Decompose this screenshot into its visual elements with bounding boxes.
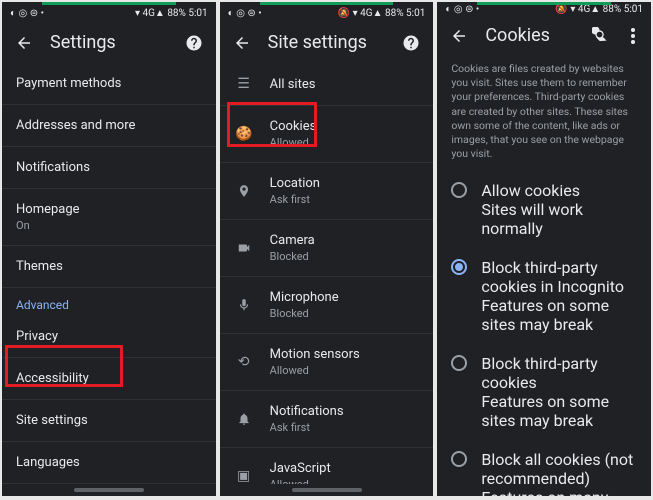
site-settings-screen: ◐ ◎ ⊜ • 🔕 ▾ 4G▲ 88% 5:01 Site settings ☰…	[220, 2, 434, 496]
mic-icon	[234, 298, 254, 312]
app-bar: Cookies	[437, 15, 651, 56]
js-icon: ▣	[234, 468, 254, 484]
app-bar: Settings	[2, 22, 216, 63]
cookies-screen: ◐ ◎ ⊜ • 🔕 ▾ 4G▲ 88% 5:01 Cookies Cookies…	[437, 2, 651, 496]
option-allow[interactable]: Allow cookiesSites will work normally	[437, 171, 651, 248]
settings-item-notifications[interactable]: Notifications	[2, 147, 216, 189]
accent-bar	[42, 2, 176, 5]
overflow-icon[interactable]	[627, 26, 639, 46]
settings-list: Payment methods Addresses and more Notif…	[2, 63, 216, 484]
settings-item-accessibility[interactable]: Accessibility	[2, 358, 216, 400]
nav-pill	[292, 488, 362, 492]
page-title: Site settings	[268, 32, 386, 53]
option-block-3p-incognito[interactable]: Block third-party cookies in IncognitoFe…	[437, 248, 651, 344]
settings-item-privacy[interactable]: Privacy	[2, 316, 216, 358]
page-title: Settings	[50, 32, 168, 53]
settings-item-payment[interactable]: Payment methods	[2, 63, 216, 105]
settings-item-themes[interactable]: Themes	[2, 246, 216, 288]
settings-item-site-settings[interactable]: Site settings	[2, 400, 216, 442]
nav-pill	[74, 488, 144, 492]
radio-icon	[451, 259, 467, 275]
help-icon[interactable]	[401, 33, 421, 53]
item-cookies[interactable]: 🍪CookiesAllowed	[220, 106, 434, 163]
advanced-section-label: Advanced	[2, 288, 216, 316]
settings-item-addresses[interactable]: Addresses and more	[2, 105, 216, 147]
item-all-sites[interactable]: ☰All sites	[220, 63, 434, 106]
status-bar: ◐ ◎ ⊜ • ▾ 4G▲ 88% 5:01	[2, 2, 216, 22]
radio-icon	[451, 182, 467, 198]
back-icon[interactable]	[449, 26, 469, 46]
bell-icon	[234, 412, 254, 426]
back-icon[interactable]	[14, 33, 34, 53]
camera-icon	[234, 241, 254, 255]
site-settings-list: ☰All sites 🍪CookiesAllowed LocationAsk f…	[220, 63, 434, 484]
cookie-icon: 🍪	[234, 126, 254, 142]
radio-icon	[451, 451, 467, 467]
item-motion[interactable]: ⟲Motion sensorsAllowed	[220, 334, 434, 391]
item-microphone[interactable]: MicrophoneBlocked	[220, 277, 434, 334]
page-title: Cookies	[485, 25, 575, 46]
cookie-options: Allow cookiesSites will work normally Bl…	[437, 171, 651, 496]
accent-bar	[260, 2, 394, 5]
radio-icon	[451, 355, 467, 371]
search-icon[interactable]	[591, 26, 611, 46]
option-block-3p[interactable]: Block third-party cookiesFeatures on som…	[437, 344, 651, 440]
back-icon[interactable]	[232, 33, 252, 53]
location-icon	[234, 184, 254, 198]
settings-item-languages[interactable]: Languages	[2, 442, 216, 484]
status-bar: ◐ ◎ ⊜ • 🔕 ▾ 4G▲ 88% 5:01	[220, 2, 434, 22]
settings-screen: ◐ ◎ ⊜ • ▾ 4G▲ 88% 5:01 Settings Payment …	[2, 2, 216, 496]
item-camera[interactable]: CameraBlocked	[220, 220, 434, 277]
motion-icon: ⟲	[234, 354, 254, 370]
app-bar: Site settings	[220, 22, 434, 63]
help-icon[interactable]	[184, 33, 204, 53]
option-block-all[interactable]: Block all cookies (not recommended)Featu…	[437, 440, 651, 496]
cookies-description: Cookies are files created by websites yo…	[437, 56, 651, 171]
settings-item-homepage[interactable]: HomepageOn	[2, 189, 216, 246]
accent-bar	[477, 2, 611, 5]
item-location[interactable]: LocationAsk first	[220, 163, 434, 220]
item-javascript[interactable]: ▣JavaScriptAllowed	[220, 448, 434, 484]
item-notifications[interactable]: NotificationsAsk first	[220, 391, 434, 448]
list-icon: ☰	[234, 76, 254, 92]
